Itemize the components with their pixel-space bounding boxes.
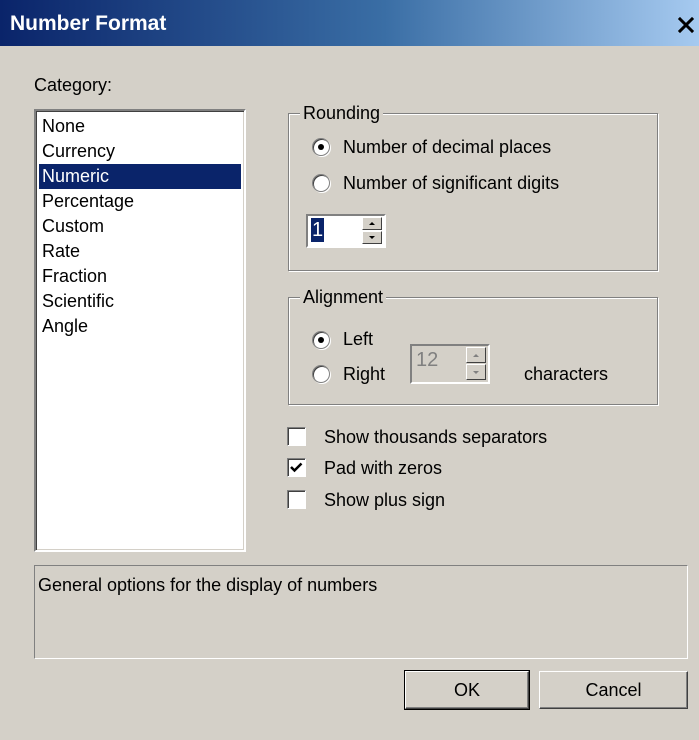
plus-sign-label[interactable]: Show plus sign: [324, 489, 445, 511]
width-stepper: 12: [410, 344, 490, 384]
arrow-up-icon: [473, 353, 479, 357]
category-list[interactable]: None Currency Numeric Percentage Custom …: [34, 109, 246, 552]
radio-align-right[interactable]: [312, 365, 330, 383]
radio-decimal-places[interactable]: [312, 138, 330, 156]
ok-button[interactable]: OK: [404, 670, 530, 710]
arrow-up-icon: [369, 222, 375, 225]
list-item-angle[interactable]: Angle: [39, 314, 241, 339]
radio-align-left[interactable]: [312, 331, 330, 349]
list-item-fraction[interactable]: Fraction: [39, 264, 241, 289]
width-up-button: [466, 347, 486, 363]
pad-zeros-checkbox[interactable]: [287, 458, 306, 477]
alignment-group-title: Alignment: [300, 286, 387, 308]
arrow-down-icon: [369, 236, 375, 239]
list-item-rate[interactable]: Rate: [39, 239, 241, 264]
plus-sign-checkbox[interactable]: [287, 490, 306, 509]
width-value: 12: [416, 349, 439, 371]
list-item-scientific[interactable]: Scientific: [39, 289, 241, 314]
category-label: Category:: [34, 75, 113, 95]
list-item-none[interactable]: None: [39, 114, 241, 139]
thousands-separator-label[interactable]: Show thousands separators: [324, 426, 547, 448]
close-icon: [678, 17, 694, 33]
window-title: Number Format: [10, 12, 167, 35]
list-item-percentage[interactable]: Percentage: [39, 189, 241, 214]
cancel-button[interactable]: Cancel: [539, 671, 688, 709]
width-down-button: [466, 364, 486, 380]
decimal-places-down-button[interactable]: [362, 231, 382, 244]
list-item-currency[interactable]: Currency: [39, 139, 241, 164]
decimal-places-up-button[interactable]: [362, 217, 382, 230]
radio-significant-digits-label[interactable]: Number of significant digits: [343, 172, 559, 194]
radio-significant-digits[interactable]: [312, 174, 330, 192]
radio-align-left-label[interactable]: Left: [343, 328, 373, 350]
rounding-group-title: Rounding: [300, 102, 384, 124]
radio-align-right-label[interactable]: Right: [343, 363, 385, 385]
pad-zeros-label[interactable]: Pad with zeros: [324, 457, 442, 479]
characters-label: characters: [524, 364, 609, 384]
close-button[interactable]: [674, 14, 698, 36]
list-item-custom[interactable]: Custom: [39, 214, 241, 239]
list-item-numeric[interactable]: Numeric: [39, 164, 241, 189]
description-panel: General options for the display of numbe…: [34, 565, 688, 659]
checkmark-icon: [290, 462, 303, 473]
arrow-down-icon: [473, 370, 479, 374]
thousands-separator-checkbox[interactable]: [287, 427, 306, 446]
decimal-places-value[interactable]: 1: [311, 218, 325, 242]
decimal-places-stepper[interactable]: 1: [306, 214, 386, 248]
description-text: General options for the display of numbe…: [38, 575, 378, 595]
radio-decimal-places-label[interactable]: Number of decimal places: [343, 136, 551, 158]
